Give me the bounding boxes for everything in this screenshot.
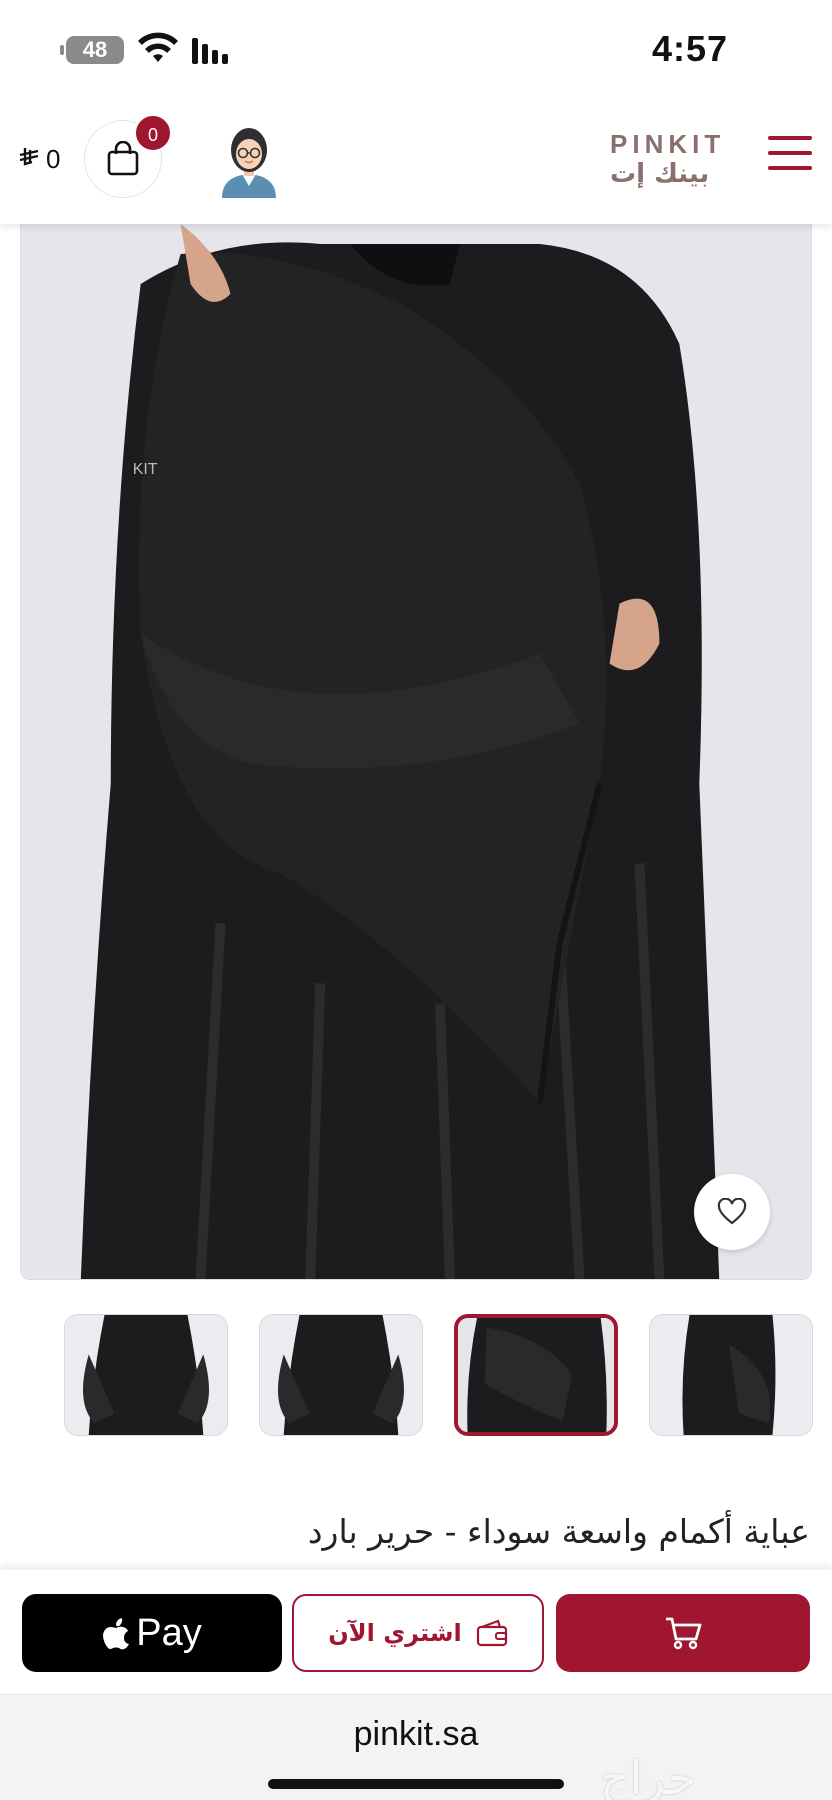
abaya-photo: KIT [21,224,811,1279]
thumbnail-image [650,1315,812,1435]
apple-logo-icon [103,1618,130,1650]
shopping-bag-icon [107,141,139,176]
site-header: 0 0 PINKIT بينك إت [0,100,832,224]
thumbnail-4[interactable] [649,1314,813,1436]
purchase-action-bar: Pay اشتري الآن [0,1570,832,1694]
url-text[interactable]: pinkit.sa [0,1715,832,1754]
hamburger-icon-line [768,151,812,155]
buy-now-button[interactable]: اشتري الآن [292,1594,544,1672]
haraj-watermark: حراج [600,1751,697,1800]
apple-pay-button[interactable]: Pay [22,1594,282,1672]
logo-arabic-text: بينك إت [610,159,710,189]
thumbnail-1[interactable] [64,1314,228,1436]
hamburger-menu-button[interactable] [768,136,812,176]
home-indicator[interactable] [268,1779,564,1789]
cart-total: 0 [18,144,60,175]
riyal-currency-icon [18,144,40,175]
wifi-icon [138,32,178,62]
heart-icon [717,1198,747,1225]
thumbnail-2[interactable] [259,1314,423,1436]
thumbnail-image [458,1318,614,1432]
cart-icon [666,1617,702,1650]
buy-now-label: اشتري الآن [328,1619,462,1647]
thumbnail-3-selected[interactable] [454,1314,618,1436]
add-to-cart-button[interactable] [556,1594,810,1672]
cart-count-badge: 0 [134,114,172,152]
product-main-image[interactable]: KIT [20,224,812,1280]
thumbnail-image [65,1315,227,1435]
product-thumbnails [64,1314,813,1438]
user-avatar[interactable] [216,122,282,198]
sleeve-brand-mark: KIT [133,461,158,478]
wallet-icon [476,1619,507,1647]
battery-icon: 48 [60,36,124,64]
status-bar: 48 4:57 [0,0,832,100]
status-time: 4:57 [651,28,728,69]
site-logo[interactable]: PINKIT بينك إت [610,130,730,194]
product-title: عباية أكمام واسعة سوداء - حرير بارد [307,1512,810,1551]
hamburger-icon-line [768,166,812,170]
browser-address-bar[interactable]: pinkit.sa حراج [0,1694,832,1800]
apple-pay-label: Pay [136,1611,202,1654]
cart-total-amount: 0 [46,144,61,174]
logo-latin-text: PINKIT [610,129,726,159]
wishlist-button[interactable] [694,1174,770,1250]
hamburger-icon [768,136,812,140]
thumbnail-image [260,1315,422,1435]
cellular-signal-icon [192,38,228,64]
